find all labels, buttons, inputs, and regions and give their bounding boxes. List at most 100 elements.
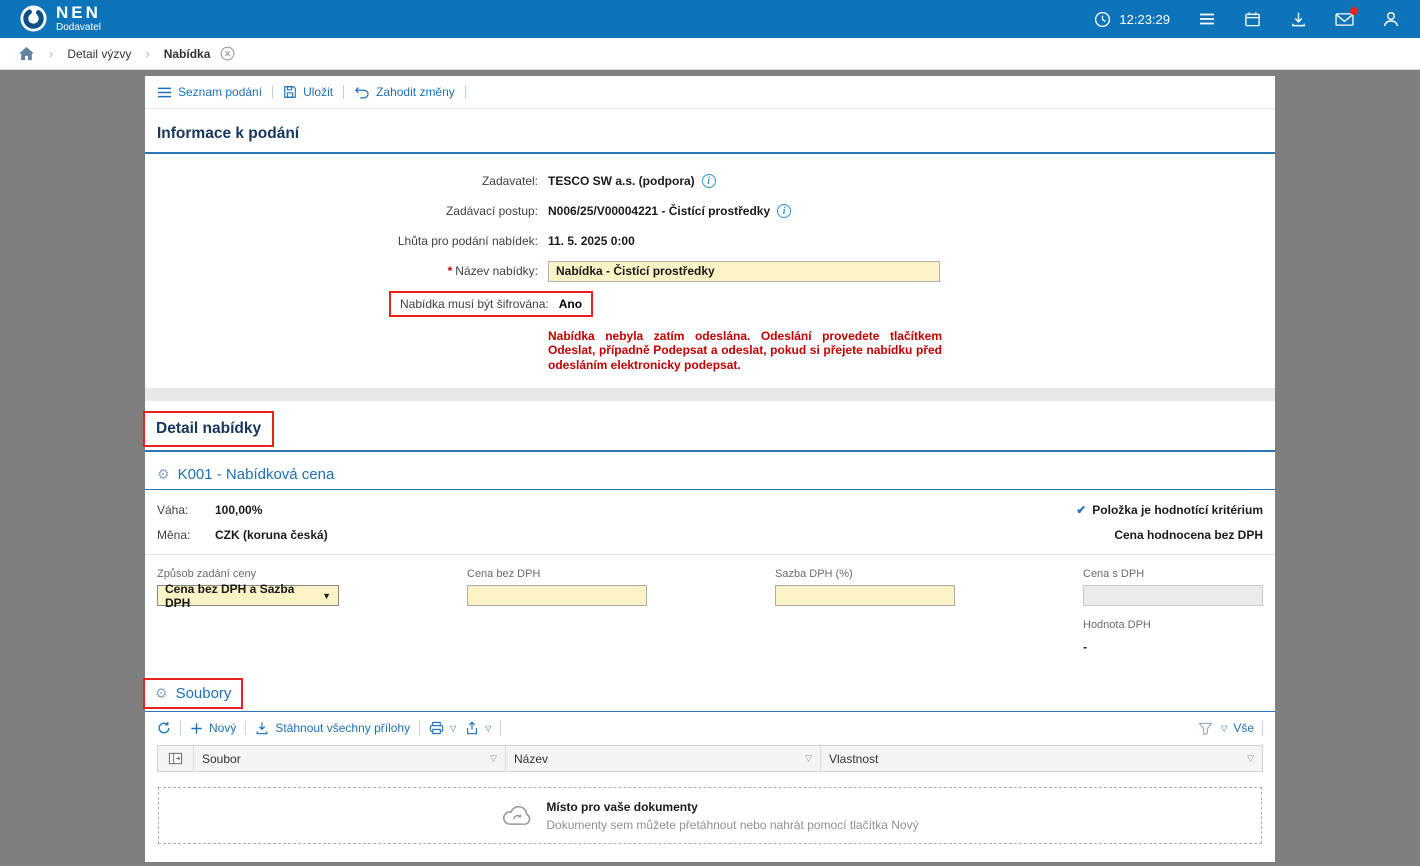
clock-icon	[1093, 10, 1112, 29]
files-section-title: Soubory	[176, 685, 232, 702]
chevron-down-icon: ▽	[485, 724, 491, 733]
postup-value: N006/25/V00004221 - Čistící prostředky	[548, 204, 770, 218]
nen-logo-icon	[20, 5, 47, 32]
nazev-label: Název nabídky:	[455, 264, 538, 278]
sifrovana-label: Nabídka musí být šifrována:	[400, 297, 549, 311]
messages-icon[interactable]	[1335, 10, 1354, 29]
filter-vse-button[interactable]: ▽ Vše	[1221, 721, 1254, 735]
cena-bez-dph-input[interactable]	[467, 585, 647, 606]
hodnota-dph-value: -	[1083, 640, 1263, 654]
export-button[interactable]: ▽	[465, 721, 491, 735]
files-annotation-box: ⚙ Soubory	[143, 678, 243, 709]
info-icon[interactable]: i	[702, 174, 716, 188]
refresh-button[interactable]	[157, 721, 171, 735]
zahodit-zmeny-label: Zahodit změny	[376, 85, 455, 99]
ulozit-button[interactable]: Uložit	[283, 85, 333, 99]
cena-s-dph-label: Cena s DPH	[1083, 568, 1263, 580]
column-settings-icon	[168, 752, 183, 765]
sazba-dph-label: Sazba DPH (%)	[775, 568, 955, 580]
column-settings-button[interactable]	[158, 746, 194, 771]
seznam-podani-button[interactable]: Seznam podání	[157, 85, 262, 99]
filter-caret-icon[interactable]: ▽	[805, 753, 812, 764]
stahnout-prilohy-button[interactable]: Stáhnout všechny přílohy	[255, 721, 410, 735]
list-icon	[157, 86, 172, 99]
toolbar-divider	[272, 85, 273, 99]
filter-button[interactable]	[1198, 722, 1213, 735]
nazev-nabidky-input[interactable]	[548, 261, 940, 282]
field-nazev-nabidky: *Název nabídky:	[145, 256, 1275, 286]
col-vlastnost-label: Vlastnost	[829, 752, 878, 766]
home-icon[interactable]	[18, 46, 35, 61]
undo-icon	[354, 86, 370, 99]
toolbar-divider	[245, 721, 246, 735]
menu-icon[interactable]	[1197, 10, 1216, 29]
info-icon[interactable]: i	[777, 204, 791, 218]
mena-label: Měna:	[157, 528, 215, 542]
refresh-icon	[157, 721, 171, 735]
zpusob-selected-value: Cena bez DPH a Sazba DPH	[165, 582, 322, 610]
vaha-value: 100,00%	[215, 503, 262, 517]
price-grid: Způsob zadání ceny Cena bez DPH a Sazba …	[145, 568, 1275, 654]
column-header-nazev[interactable]: Název ▽	[506, 746, 821, 771]
column-header-soubor[interactable]: Soubor ▽	[194, 746, 506, 771]
command-toolbar: Seznam podání Uložit Zahodit změny	[145, 76, 1275, 109]
sazba-dph-input[interactable]	[775, 585, 955, 606]
close-tab-icon[interactable]	[220, 46, 235, 61]
brand-subtitle: Dodavatel	[56, 22, 101, 33]
plus-icon	[190, 722, 203, 735]
lhuta-value: 11. 5. 2025 0:00	[548, 234, 635, 248]
breadcrumb-separator: ›	[145, 46, 149, 61]
upload-cloud-icon	[501, 803, 533, 828]
toolbar-divider	[343, 85, 344, 99]
notification-dot	[1350, 7, 1358, 15]
detail-section-title: Detail nabídky	[143, 411, 274, 447]
criterion-gear-icon: ⚙	[157, 466, 170, 483]
chevron-down-icon: ▼	[322, 591, 331, 601]
calendar-icon[interactable]	[1243, 10, 1262, 29]
zpusob-zadani-select[interactable]: Cena bez DPH a Sazba DPH ▼	[157, 585, 339, 606]
breadcrumb-detail-vyzvy[interactable]: Detail výzvy	[67, 47, 131, 61]
stahnout-label: Stáhnout všechny přílohy	[275, 721, 410, 735]
share-icon	[465, 721, 479, 735]
brand-name: NEN	[56, 5, 101, 21]
file-dropzone[interactable]: Místo pro vaše dokumenty Dokumenty sem m…	[158, 787, 1262, 844]
session-clock: 12:23:29	[1093, 10, 1170, 29]
novy-button[interactable]: Nový	[190, 721, 236, 735]
toolbar-divider	[500, 721, 501, 735]
vaha-label: Váha:	[157, 503, 215, 517]
toolbar-divider	[465, 85, 466, 99]
filter-caret-icon[interactable]: ▽	[490, 753, 497, 764]
zadavatel-label: Zadavatel:	[145, 174, 538, 188]
zahodit-zmeny-button[interactable]: Zahodit změny	[354, 85, 455, 99]
print-button[interactable]: ▽	[429, 721, 456, 735]
user-profile-icon[interactable]	[1381, 10, 1400, 29]
sifrovana-annotation-box: Nabídka musí být šifrována: Ano	[389, 291, 593, 317]
top-bar: NEN Dodavatel 12:23:29	[0, 0, 1420, 38]
filter-funnel-icon	[1198, 722, 1213, 735]
page-background: Seznam podání Uložit Zahodit změny Infor…	[0, 70, 1420, 862]
downloads-icon[interactable]	[1289, 10, 1308, 29]
printer-icon	[429, 721, 444, 735]
required-asterisk: *	[448, 264, 453, 278]
files-table-header: Soubor ▽ Název ▽ Vlastnost ▽	[157, 745, 1263, 772]
col-soubor-label: Soubor	[202, 752, 241, 766]
content-panel: Seznam podání Uložit Zahodit změny Infor…	[145, 76, 1275, 862]
info-fields: Zadavatel: TESCO SW a.s. (podpora) i Zad…	[145, 166, 1275, 317]
seznam-podani-label: Seznam podání	[178, 85, 262, 99]
toolbar-divider	[419, 721, 420, 735]
filter-caret-icon[interactable]: ▽	[1247, 753, 1254, 764]
breadcrumb: › Detail výzvy › Nabídka	[0, 38, 1420, 70]
column-header-vlastnost[interactable]: Vlastnost ▽	[821, 746, 1262, 771]
sifrovana-value: Ano	[559, 297, 582, 311]
chevron-down-icon: ▽	[1221, 724, 1227, 733]
vaha-row: Váha: 100,00% ✔ Položka je hodnotící kri…	[145, 497, 1275, 522]
vse-label: Vše	[1233, 721, 1254, 735]
section-separator	[145, 388, 1275, 401]
detail-section-header: Detail nabídky	[145, 411, 1275, 452]
toolbar-divider	[1262, 721, 1263, 735]
session-time: 12:23:29	[1119, 12, 1170, 27]
zpusob-label: Způsob zadání ceny	[157, 568, 339, 580]
download-icon	[255, 721, 269, 735]
not-sent-warning: Nabídka nebyla zatím odeslána. Odeslání …	[548, 329, 942, 372]
k001-header: ⚙ K001 - Nabídková cena	[145, 466, 1275, 490]
